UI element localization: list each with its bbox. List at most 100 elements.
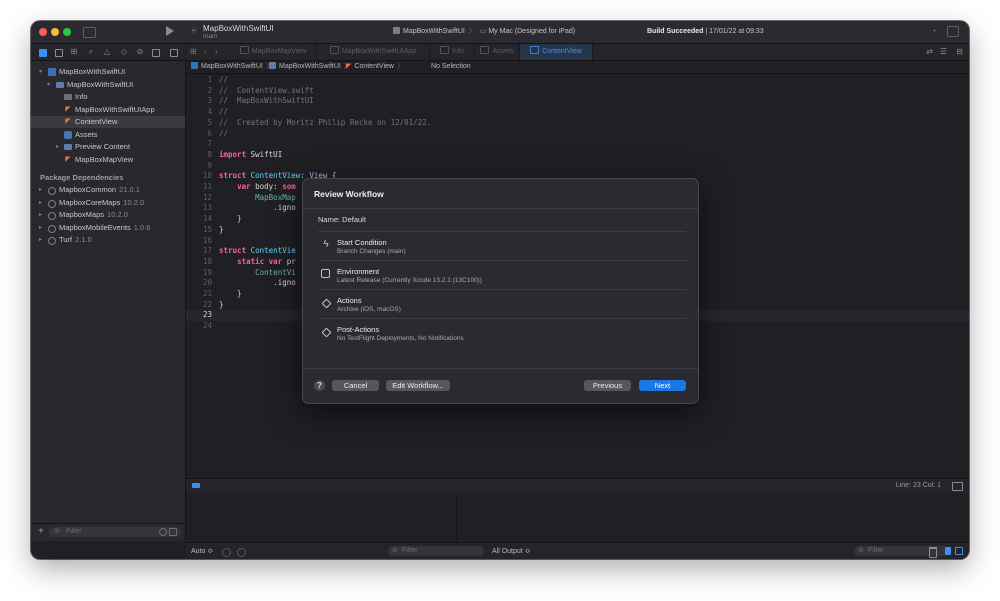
jump-bar-group[interactable]: MapBoxWithSwiftUI 〉 <box>269 61 354 73</box>
chevron-right-icon[interactable]: ▸ <box>39 209 42 221</box>
breakpoint-navigator-icon[interactable] <box>152 49 160 57</box>
tab-mapboxmapview[interactable]: MapBoxMapView <box>230 44 317 60</box>
workflow-step-post-actions[interactable]: Post-Actions No TestFlight Deployments, … <box>318 318 686 347</box>
debug-layout-icon[interactable] <box>952 482 963 491</box>
report-navigator-icon[interactable] <box>170 49 178 57</box>
editor-options-icon[interactable]: ☰ <box>940 48 947 56</box>
code-line[interactable]: MapBoxMap <box>219 193 296 204</box>
code-line[interactable]: // MapBoxWithSwiftUI <box>219 96 314 107</box>
issue-navigator-icon[interactable]: △ <box>103 48 111 56</box>
add-file-icon[interactable]: + <box>38 527 44 537</box>
workflow-step-start-condition[interactable]: ϟ Start Condition Branch Changes (main) <box>318 231 686 260</box>
next-button[interactable]: Next <box>639 380 686 391</box>
code-line[interactable]: .igno <box>219 278 296 289</box>
tree-item-info[interactable]: Info <box>31 91 185 103</box>
info-icon[interactable] <box>237 548 246 557</box>
tree-item-assets[interactable]: Assets <box>31 129 185 141</box>
previous-button[interactable]: Previous <box>584 380 631 391</box>
jump-bar-selection[interactable]: No Selection <box>431 61 471 73</box>
code-line[interactable]: import SwiftUI <box>219 150 282 161</box>
code-line[interactable]: // <box>219 129 228 140</box>
code-line[interactable]: static var pr <box>219 257 296 268</box>
find-navigator-icon[interactable]: ⌕ <box>87 48 95 56</box>
code-line[interactable]: } <box>219 289 242 300</box>
tree-item-contentview[interactable]: ◤ ContentView <box>31 116 185 128</box>
package-item[interactable]: ▸ Turf 2.1.0 <box>31 234 185 246</box>
tree-item-preview-content[interactable]: ▸ Preview Content <box>31 141 185 153</box>
tab-app[interactable]: MapBoxWithSwiftUIApp <box>317 44 430 60</box>
tree-item-app[interactable]: ◤ MapBoxWithSwiftUIApp <box>31 104 185 116</box>
project-navigator-icon[interactable] <box>39 49 47 57</box>
run-button[interactable] <box>166 26 174 36</box>
debug-navigator-icon[interactable]: ⊘ <box>136 48 144 56</box>
folder-icon <box>269 62 276 69</box>
scm-filter-icon[interactable] <box>169 528 177 536</box>
code-line[interactable]: } <box>219 214 242 225</box>
chevron-right-icon[interactable]: ▸ <box>39 197 42 209</box>
code-line[interactable]: } <box>219 300 224 311</box>
chevron-right-icon[interactable]: ▸ <box>39 184 42 196</box>
jump-bar-file[interactable]: ◤ ContentView 〉 <box>346 61 407 73</box>
source-control-navigator-icon[interactable] <box>55 49 63 57</box>
code-review-icon[interactable]: ⇄ <box>926 48 933 56</box>
eye-icon[interactable] <box>222 548 231 557</box>
variables-filter-input[interactable]: ⊜ Filter <box>388 546 484 556</box>
tree-item-label: Info <box>75 92 88 101</box>
edit-workflow-button[interactable]: Edit Workflow... <box>386 380 450 391</box>
navigator-filter-input[interactable]: ⊜ Filter <box>49 527 181 537</box>
help-button[interactable]: ? <box>314 380 325 391</box>
add-icon[interactable]: + <box>932 26 937 35</box>
zoom-window-button[interactable] <box>63 28 71 36</box>
cancel-button[interactable]: Cancel <box>332 380 379 391</box>
code-line[interactable]: // <box>219 107 228 118</box>
tree-item-mapview[interactable]: ◤ MapBoxMapView <box>31 154 185 166</box>
jump-bar-project[interactable]: MapBoxWithSwiftUI〉 <box>191 61 276 73</box>
console-output-selector[interactable]: All Output ≎ <box>492 543 531 559</box>
back-icon[interactable]: ‹ <box>204 48 207 56</box>
code-line[interactable]: var body: som <box>219 182 296 193</box>
show-console-icon[interactable] <box>955 547 963 555</box>
code-line[interactable]: // Created by Moritz Philip Recke on 12/… <box>219 118 431 129</box>
tab-contentview[interactable]: ContentView <box>520 44 593 60</box>
split-editor-icon[interactable]: ⊟ <box>956 48 963 56</box>
minimize-window-button[interactable] <box>51 28 59 36</box>
recent-files-icon[interactable] <box>159 528 167 536</box>
package-item[interactable]: ▸ MapboxCommon 21.0.1 <box>31 184 185 196</box>
package-item[interactable]: ▸ MapboxMaps 10.2.0 <box>31 209 185 221</box>
variables-view[interactable] <box>186 493 457 541</box>
close-window-button[interactable] <box>39 28 47 36</box>
package-item[interactable]: ▸ MapboxMobileEvents 1.0.6 <box>31 222 185 234</box>
debug-area-toggle-icon[interactable] <box>192 483 200 488</box>
code-line[interactable]: // <box>219 75 228 86</box>
trash-icon[interactable] <box>929 547 937 558</box>
chevron-right-icon[interactable]: ▸ <box>39 234 42 246</box>
tab-info[interactable]: Info <box>430 44 475 60</box>
test-navigator-icon[interactable]: ◇ <box>120 48 128 56</box>
related-items-icon[interactable]: ⊞ <box>190 48 197 56</box>
code-line[interactable]: } <box>219 225 224 236</box>
project-name[interactable]: MapBoxWithSwiftUI <box>203 24 274 33</box>
inspector-toggle-icon[interactable] <box>947 26 959 37</box>
scheme-selector[interactable]: MapBoxWithSwiftUI 〉 ▭ My Mac (Designed f… <box>393 26 575 38</box>
symbol-navigator-icon[interactable]: ⊞ <box>70 48 78 56</box>
code-line[interactable]: ContentVi <box>219 268 296 279</box>
branch-name[interactable]: main <box>203 33 217 40</box>
chevron-down-icon[interactable]: ▾ <box>47 79 50 91</box>
forward-icon[interactable]: › <box>215 48 218 56</box>
chevron-down-icon[interactable]: ▾ <box>39 66 42 78</box>
variables-scope-selector[interactable]: Auto ≎ <box>191 543 213 559</box>
code-line[interactable]: struct ContentVie <box>219 246 296 257</box>
console-view[interactable] <box>457 493 969 541</box>
code-line[interactable]: .igno <box>219 203 296 214</box>
chevron-right-icon[interactable]: ▸ <box>39 222 42 234</box>
chevron-right-icon[interactable]: ▸ <box>56 141 59 153</box>
tree-item-project[interactable]: ▾ MapBoxWithSwiftUI <box>31 66 185 78</box>
show-variables-icon[interactable] <box>945 547 951 555</box>
workflow-step-actions[interactable]: Actions Archive (iOS, macOS) <box>318 289 686 318</box>
workflow-step-environment[interactable]: Environment Latest Release (Currently Xc… <box>318 260 686 289</box>
code-line[interactable]: // ContentView.swift <box>219 86 314 97</box>
tree-item-group[interactable]: ▾ MapBoxWithSwiftUI <box>31 79 185 91</box>
tab-assets[interactable]: Assets <box>475 44 520 60</box>
package-item[interactable]: ▸ MapboxCoreMaps 10.2.0 <box>31 197 185 209</box>
sidebar-toggle-icon[interactable] <box>83 27 96 38</box>
